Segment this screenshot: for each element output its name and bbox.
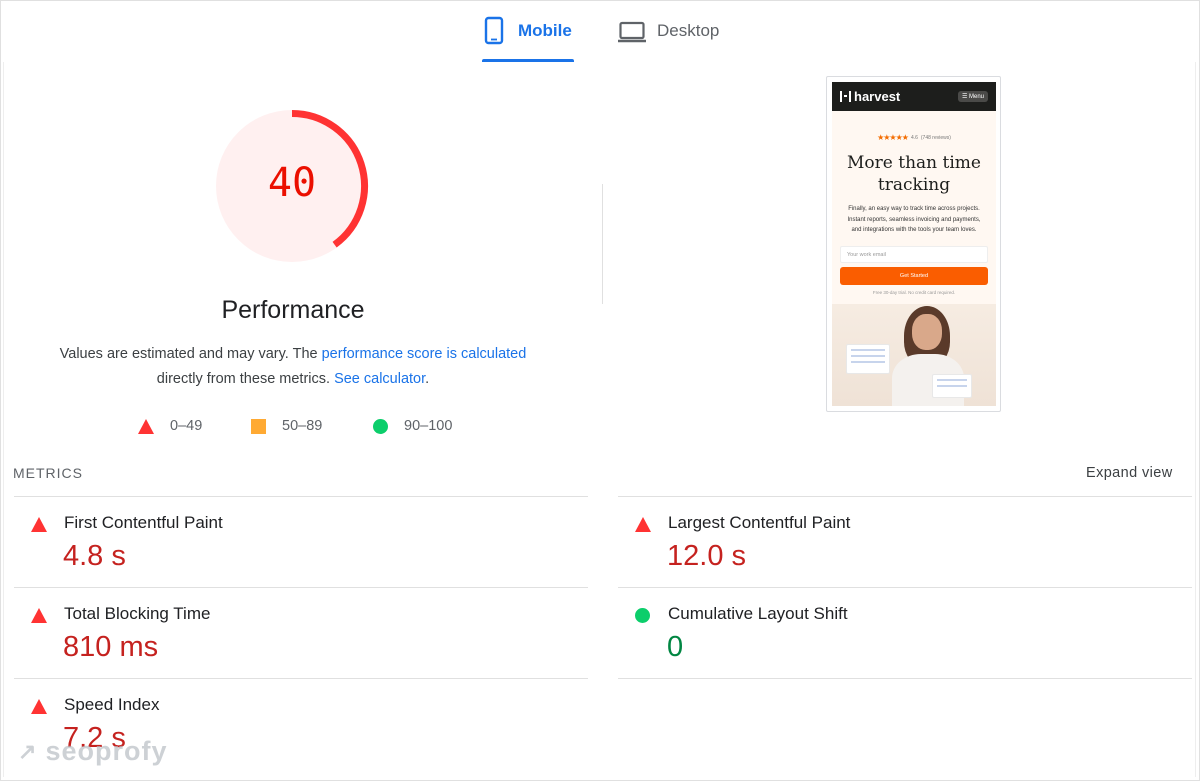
screenshot-page: harvest ☰ Menu ★★★★★ 4.6 (748 reviews) M… [832, 82, 996, 406]
smartphone-icon [482, 16, 508, 46]
screenshot-logo: harvest [840, 89, 900, 104]
legend-fail: 0–49 [138, 416, 202, 436]
screenshot-rating-value: 4.6 [910, 134, 918, 141]
screenshot-cta-button: Get Started [840, 266, 988, 285]
metric-name: Cumulative Layout Shift [668, 604, 848, 623]
desc-text: directly from these metrics. [156, 371, 335, 387]
performance-description: Values are estimated and may vary. The p… [20, 342, 566, 392]
tab-mobile[interactable]: Mobile [482, 16, 574, 62]
see-calculator-link[interactable]: See calculator [334, 371, 425, 387]
metric-total-blocking-time: Total Blocking Time 810 ms [14, 587, 588, 677]
metric-name: Largest Contentful Paint [668, 513, 851, 532]
metrics-header: METRICS [13, 465, 83, 481]
performance-score: 40 [267, 160, 317, 206]
tab-mobile-label: Mobile [518, 21, 572, 40]
screenshot-logo-text: harvest [854, 89, 901, 104]
metric-name: First Contentful Paint [64, 513, 223, 532]
performance-title: Performance [221, 296, 365, 324]
photo-ui-card [846, 344, 890, 374]
final-screenshot[interactable]: harvest ☰ Menu ★★★★★ 4.6 (748 reviews) M… [826, 76, 1001, 412]
photo-person-face [912, 314, 942, 350]
photo-ui-card [932, 374, 972, 398]
score-calculated-link[interactable]: performance score is calculated [322, 346, 527, 362]
metric-value: 0 [667, 631, 684, 663]
desc-text: Values are estimated and may vary. The [59, 346, 322, 362]
right-border [1195, 62, 1196, 777]
expand-view-button[interactable]: Expand view [1086, 465, 1173, 481]
average-square-icon [251, 418, 266, 434]
watermark: ↗ seoprofy [18, 736, 167, 767]
device-tabs: Mobile Desktop [0, 0, 1200, 64]
screenshot-note: Free 30-day trial. No credit card requir… [872, 289, 956, 295]
legend-average: 50–89 [251, 416, 322, 436]
fail-triangle-icon [31, 608, 47, 623]
legend-average-label: 50–89 [282, 418, 323, 434]
screenshot-body: Finally, an easy way to track time acros… [847, 206, 981, 233]
pass-circle-icon [635, 608, 650, 623]
watermark-text: seoprofy [45, 736, 168, 766]
screenshot-menu-button: ☰ Menu [957, 91, 988, 102]
fail-triangle-icon [31, 517, 47, 532]
laptop-icon [617, 16, 647, 46]
screenshot-navbar: harvest ☰ Menu [832, 82, 996, 111]
arrow-up-right-icon: ↗ [18, 738, 38, 764]
fail-triangle-icon [635, 517, 651, 532]
legend-pass: 90–100 [373, 416, 452, 436]
legend-pass-label: 90–100 [404, 418, 453, 434]
metric-cumulative-layout-shift: Cumulative Layout Shift 0 [618, 587, 1192, 677]
metric-first-contentful-paint: First Contentful Paint 4.8 s [14, 496, 588, 586]
screenshot-hero-photo [832, 304, 996, 406]
screenshot-rating: ★★★★★ 4.6 (748 reviews) [832, 133, 996, 142]
screenshot-headline: More than time tracking [847, 153, 981, 195]
metric-value: 810 ms [63, 631, 159, 663]
metric-divider [618, 678, 1192, 679]
metric-largest-contentful-paint: Largest Contentful Paint 12.0 s [618, 496, 1192, 586]
metric-name: Total Blocking Time [64, 604, 211, 623]
screenshot-rating-reviews: (748 reviews) [920, 134, 951, 141]
desc-text: . [425, 371, 430, 387]
fail-triangle-icon [31, 699, 47, 714]
metric-value: 12.0 s [667, 540, 746, 572]
pass-circle-icon [373, 418, 388, 434]
screenshot-email-input: Your work email [840, 245, 988, 263]
fail-triangle-icon [138, 418, 154, 434]
metric-name: Speed Index [64, 695, 160, 714]
star-rating-icon: ★★★★★ [877, 133, 909, 142]
left-border [3, 62, 4, 777]
metric-value: 4.8 s [63, 540, 126, 572]
harvest-logo-icon [840, 91, 851, 102]
active-tab-indicator [482, 59, 574, 62]
legend-fail-label: 0–49 [170, 418, 203, 434]
vertical-divider [602, 184, 603, 304]
tab-desktop[interactable]: Desktop [617, 16, 737, 62]
tab-desktop-label: Desktop [657, 21, 720, 40]
